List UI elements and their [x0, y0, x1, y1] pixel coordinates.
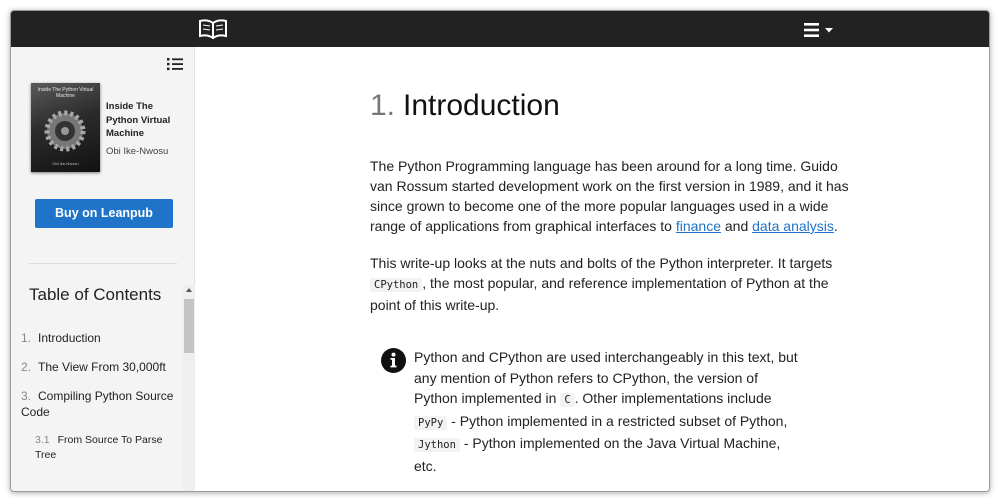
paragraph-text: , the most popular, and reference implem…: [370, 275, 829, 313]
inline-code-c: C: [560, 393, 575, 407]
toc-item-label: Introduction: [38, 331, 101, 345]
chapter-number: 1.: [370, 89, 396, 122]
data-analysis-link[interactable]: data analysis: [752, 218, 834, 234]
paragraph-text: .: [833, 218, 838, 234]
cover-title: Inside The Python Virtual Machine: [37, 87, 94, 99]
buy-on-leanpub-button[interactable]: Buy on Leanpub: [35, 199, 173, 228]
toc-item-label: The View From 30,000ft: [38, 360, 166, 374]
toc-item-number: 3.1: [35, 434, 50, 446]
finance-link[interactable]: finance: [676, 218, 721, 234]
sidebar-divider: [29, 263, 177, 264]
toc-item-number: 2.: [21, 360, 32, 374]
inline-code-pypy: PyPy: [414, 415, 448, 430]
toc-list: 1. Introduction 2. The View From 30,000ft …: [19, 330, 183, 463]
paragraph-2: This write-up looks at the nuts and bolt…: [370, 253, 860, 315]
info-icon: [381, 348, 406, 373]
book-author: Obi Ike-Nwosu: [106, 146, 169, 157]
chapter-title-text: Introduction: [403, 89, 560, 122]
toc-item-source-to-parse-tree[interactable]: 3.1 From Source To Parse Tree: [19, 433, 183, 463]
scroll-up-arrow-icon[interactable]: [186, 288, 192, 292]
toc-item-compiling-python[interactable]: 3. Compiling Python Source Code: [21, 388, 183, 420]
top-bar: [11, 11, 989, 47]
toc-heading: Table of Contents: [29, 285, 162, 304]
list-icon[interactable]: [167, 57, 183, 71]
app-window: Inside The Python Virtual Machine Obi Ik…: [10, 10, 990, 492]
toc-item-view-from-30000ft[interactable]: 2. The View From 30,000ft: [21, 359, 183, 375]
toc-item-introduction[interactable]: 1. Introduction: [21, 330, 183, 346]
hamburger-menu-icon[interactable]: [804, 21, 838, 39]
gear-icon: [44, 110, 86, 152]
toc-item-number: 3.: [21, 389, 32, 403]
chapter-title: 1. Introduction: [370, 89, 560, 123]
toc-item-label: From Source To Parse Tree: [35, 434, 163, 461]
caret-down-icon: [825, 28, 833, 33]
toc-item-label: Compiling Python Source Code: [21, 389, 174, 419]
book-title: Inside The Python Virtual Machine: [106, 101, 171, 139]
paragraph-1: The Python Programming language has been…: [370, 156, 860, 236]
main-content: 1. Introduction The Python Programming la…: [195, 47, 989, 491]
callout-text: - Python implemented in a restricted sub…: [447, 412, 788, 429]
callout-text: - Python implemented on the Java Virtual…: [414, 435, 781, 474]
toc-item-number: 1.: [21, 331, 32, 345]
inline-code-cpython: CPython: [370, 278, 423, 292]
toc-scrollbar[interactable]: [183, 285, 195, 491]
scrollbar-thumb[interactable]: [184, 299, 194, 353]
book-cover-image[interactable]: Inside The Python Virtual Machine Obi Ik…: [31, 83, 100, 172]
sidebar: Inside The Python Virtual Machine Obi Ik…: [11, 47, 195, 491]
info-callout-text: Python and CPython are used interchangea…: [414, 347, 799, 476]
open-book-icon[interactable]: [199, 19, 227, 39]
inline-code-jython: Jython: [414, 438, 460, 452]
cover-author: Obi Ike-Nwosu: [52, 161, 79, 166]
paragraph-text: This write-up looks at the nuts and bolt…: [370, 255, 833, 271]
paragraph-text: and: [721, 218, 753, 234]
callout-text: . Other implementations include: [574, 390, 772, 406]
